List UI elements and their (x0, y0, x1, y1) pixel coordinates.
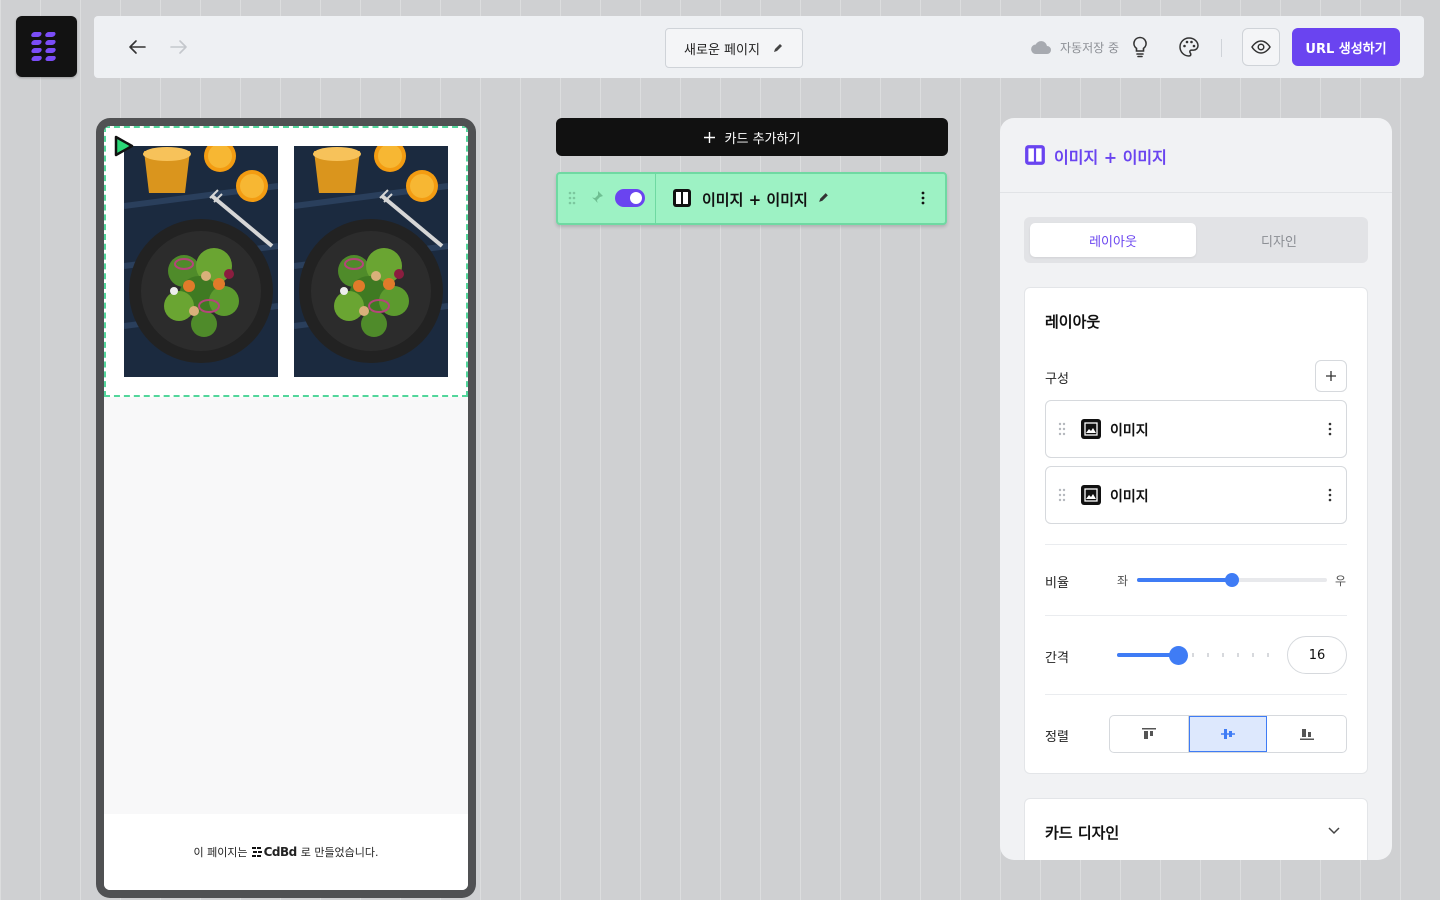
tips-button[interactable] (1130, 36, 1150, 58)
drag-handle-icon[interactable] (568, 191, 576, 205)
two-column-icon (673, 189, 691, 207)
preview-footer: 이 페이지는 CdBd 로 만들었습니다. (104, 814, 468, 890)
gap-value-input[interactable]: 16 (1287, 636, 1347, 674)
app-logo[interactable] (16, 16, 77, 77)
tab-design[interactable]: 디자인 (1196, 223, 1362, 257)
panel-header: 이미지 + 이미지 (1000, 118, 1392, 193)
align-center-icon (1220, 729, 1235, 739)
component-item[interactable]: 이미지 (1045, 466, 1347, 524)
selected-image-card[interactable] (104, 126, 468, 397)
two-column-icon (1025, 145, 1045, 165)
layout-section: 레이아웃 구성 이미지 이미지 비율 좌 우 간격 16 정렬 (1024, 287, 1368, 774)
align-bottom-icon (1299, 729, 1314, 740)
card-visibility-toggle[interactable] (615, 189, 645, 207)
add-component-button[interactable] (1315, 360, 1347, 392)
composition-label: 구성 (1045, 372, 1069, 387)
panel-title: 이미지 + 이미지 (1054, 148, 1167, 167)
footer-brand[interactable]: CdBd (251, 845, 298, 859)
autosave-label: 자동저장 중 (1060, 40, 1120, 55)
page-title: 새로운 페이지 (684, 42, 760, 58)
footer-brand-name: CdBd (263, 845, 298, 859)
top-toolbar: 새로운 페이지 자동저장 중 URL 생성하기 (94, 16, 1424, 78)
more-vertical-icon[interactable] (1325, 487, 1335, 503)
footer-prefix: 이 페이지는 (193, 846, 248, 859)
add-card-label: 카드 추가하기 (724, 131, 801, 147)
pencil-icon[interactable] (817, 191, 830, 204)
ratio-left-label: 좌 (1117, 574, 1129, 588)
pencil-icon (773, 44, 782, 52)
generate-url-button[interactable]: URL 생성하기 (1292, 28, 1400, 66)
align-selector (1109, 715, 1347, 753)
ratio-label: 비율 (1045, 576, 1069, 591)
more-vertical-icon[interactable] (916, 190, 930, 206)
preview-button[interactable] (1242, 28, 1280, 66)
arrow-left-icon (129, 40, 146, 54)
card-row-divider (655, 174, 656, 223)
theme-palette-button[interactable] (1178, 36, 1200, 58)
layout-heading: 레이아웃 (1045, 313, 1101, 331)
play-marker-icon (114, 135, 134, 157)
plus-icon (1326, 371, 1336, 381)
chevron-down-icon (1328, 827, 1340, 835)
plus-icon (703, 131, 715, 143)
component-label: 이미지 (1110, 489, 1149, 505)
footer-suffix: 로 만들었습니다. (300, 846, 379, 859)
mobile-preview: 이 페이지는 CdBd 로 만들었습니다. (96, 118, 476, 898)
settings-panel: 이미지 + 이미지 레이아웃 디자인 레이아웃 구성 이미지 이미지 비율 좌 (1000, 118, 1392, 860)
align-center-button[interactable] (1188, 716, 1268, 752)
tab-layout[interactable]: 레이아웃 (1030, 223, 1196, 257)
drag-handle-icon[interactable] (1058, 422, 1066, 436)
page-title-button[interactable]: 새로운 페이지 (665, 28, 803, 68)
more-vertical-icon[interactable] (1325, 421, 1335, 437)
salad-photo[interactable] (294, 146, 448, 377)
divider (1045, 694, 1347, 695)
image-icon (1081, 419, 1101, 439)
gap-label: 간격 (1045, 651, 1069, 666)
align-label: 정렬 (1045, 730, 1069, 745)
ratio-right-label: 우 (1335, 574, 1347, 588)
ratio-slider-handle[interactable] (1225, 573, 1239, 587)
eye-icon (1251, 40, 1271, 54)
align-top-button[interactable] (1110, 716, 1189, 752)
component-label: 이미지 (1110, 423, 1149, 439)
cdbd-logo-icon (251, 847, 262, 857)
arrow-right-icon (170, 40, 187, 54)
divider (1045, 615, 1347, 616)
panel-tabs: 레이아웃 디자인 (1024, 217, 1368, 263)
card-design-heading: 카드 디자인 (1045, 824, 1120, 842)
palette-icon (1179, 37, 1199, 57)
cloud-icon (1031, 41, 1051, 55)
ratio-slider-fill (1137, 578, 1232, 582)
salad-photo-image (294, 146, 448, 377)
forward-button[interactable] (166, 35, 192, 59)
toolbar-divider (1221, 39, 1222, 57)
image-icon (1081, 485, 1101, 505)
salad-photo-image (124, 146, 278, 377)
salad-photo[interactable] (124, 146, 278, 377)
lightbulb-icon (1133, 36, 1147, 58)
card-title: 이미지 + 이미지 (702, 191, 808, 209)
cdbd-logo-icon (30, 31, 56, 61)
card-list-item[interactable]: 이미지 + 이미지 (556, 172, 947, 225)
pin-icon[interactable] (590, 190, 604, 206)
align-bottom-button[interactable] (1267, 716, 1346, 752)
autosave-status: 자동저장 중 (1030, 36, 1119, 58)
preview-screen[interactable]: 이 페이지는 CdBd 로 만들었습니다. (104, 126, 468, 890)
divider (1045, 544, 1347, 545)
component-item[interactable]: 이미지 (1045, 400, 1347, 458)
gap-slider-handle[interactable] (1169, 646, 1188, 665)
align-top-icon (1141, 728, 1156, 739)
add-card-button[interactable]: 카드 추가하기 (556, 118, 948, 156)
back-button[interactable] (124, 35, 150, 59)
card-design-section[interactable]: 카드 디자인 (1024, 798, 1368, 860)
drag-handle-icon[interactable] (1058, 488, 1066, 502)
